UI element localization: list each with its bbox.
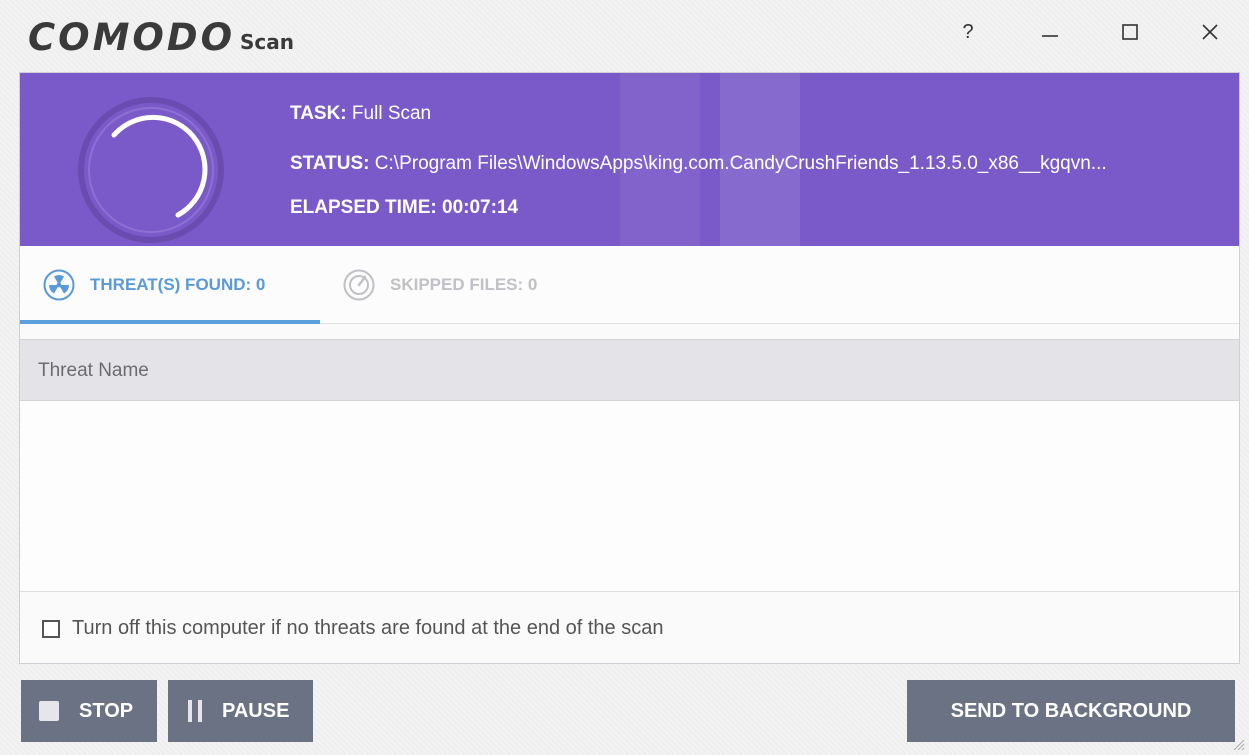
elapsed-label: ELAPSED TIME: (290, 197, 437, 218)
shutdown-label[interactable]: Turn off this computer if no threats are… (72, 617, 663, 640)
status-line: STATUS: C:\Program Files\WindowsApps\kin… (290, 153, 1107, 175)
elapsed-value: 00:07:14 (442, 197, 519, 218)
resize-grip-icon[interactable] (1231, 737, 1245, 751)
close-button[interactable] (1190, 14, 1230, 50)
maximize-button[interactable] (1110, 14, 1150, 50)
pause-icon (188, 700, 202, 722)
tab-skipped-label: SKIPPED FILES: 0 (390, 275, 538, 294)
radiation-icon (43, 269, 75, 301)
pause-button-label: PAUSE (222, 699, 290, 722)
stop-button[interactable]: STOP (21, 680, 157, 742)
minimize-button[interactable] (1030, 14, 1070, 50)
shutdown-option[interactable]: Turn off this computer if no threats are… (42, 617, 663, 640)
title-bar: COMODO Scan ? (0, 0, 1249, 72)
status-label: STATUS: (290, 153, 370, 174)
stop-button-label: STOP (79, 699, 134, 722)
minimize-icon (1042, 35, 1058, 37)
scan-status-banner: TASK: Full Scan STATUS: C:\Program Files… (20, 73, 1239, 246)
tab-threats-label: THREAT(S) FOUND: 0 (90, 275, 266, 294)
tab-skipped-files[interactable]: SKIPPED FILES: 0 (342, 268, 537, 302)
pause-button[interactable]: PAUSE (168, 680, 313, 742)
close-icon (1202, 24, 1218, 40)
scan-window: TASK: Full Scan STATUS: C:\Program Files… (19, 72, 1240, 664)
task-label: TASK: (290, 103, 347, 124)
stop-icon (39, 701, 59, 721)
tab-threats-found[interactable]: THREAT(S) FOUND: 0 (42, 268, 265, 302)
maximize-icon (1122, 24, 1138, 40)
column-threat-name[interactable]: Threat Name (38, 360, 149, 382)
elapsed-line: ELAPSED TIME: 00:07:14 (290, 197, 518, 219)
brand-logo: COMODO (28, 16, 236, 59)
threat-table-header: Threat Name (20, 339, 1239, 401)
skip-disc-icon (343, 269, 375, 301)
send-to-background-button[interactable]: SEND TO BACKGROUND (907, 680, 1235, 742)
send-to-background-label: SEND TO BACKGROUND (950, 699, 1192, 722)
help-button[interactable]: ? (948, 14, 988, 50)
app-title: Scan (240, 30, 294, 54)
shutdown-checkbox[interactable] (42, 619, 60, 638)
threat-table-body (20, 401, 1239, 592)
active-tab-indicator (20, 320, 320, 324)
status-value: C:\Program Files\WindowsApps\king.com.Ca… (374, 153, 1107, 174)
help-icon: ? (962, 20, 974, 43)
task-value: Full Scan (351, 103, 432, 124)
task-line: TASK: Full Scan (290, 103, 431, 125)
result-tabs: THREAT(S) FOUND: 0 SKIPPED FILES: 0 (20, 246, 1239, 324)
scan-progress-ring (78, 97, 224, 243)
